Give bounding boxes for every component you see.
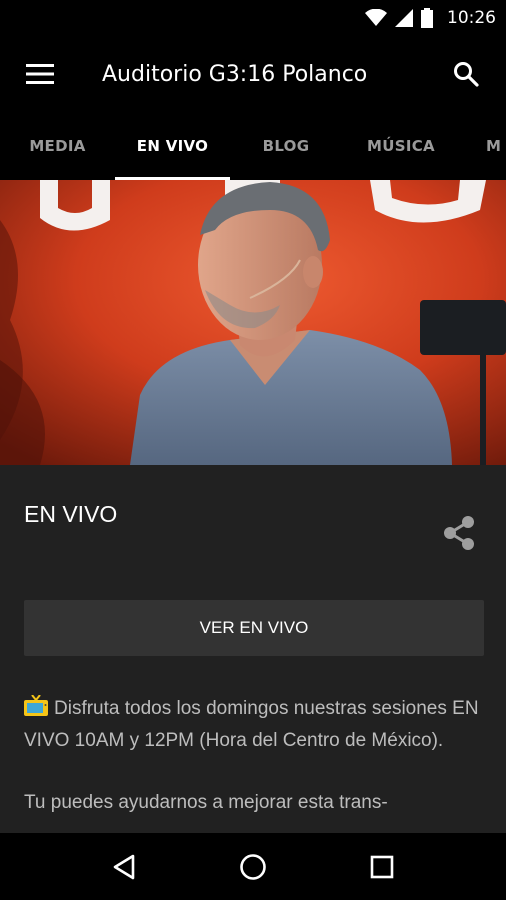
tab-media[interactable]: MEDIA [0, 112, 115, 180]
status-bar: 10:26 [0, 0, 506, 36]
home-button[interactable] [223, 837, 283, 897]
tab-musica[interactable]: MÚSICA [342, 112, 460, 180]
tab-en-vivo[interactable]: EN VIVO [115, 112, 230, 180]
tab-blog[interactable]: BLOG [230, 112, 342, 180]
battery-icon [421, 8, 433, 28]
tv-icon [24, 695, 48, 716]
app-title: Auditorio G3:16 Polanco [102, 61, 368, 87]
signal-icon [395, 9, 413, 27]
description: Disfruta todos los domingos nuestras ses… [24, 693, 484, 833]
status-time: 10:26 [447, 8, 496, 28]
search-icon [454, 62, 479, 87]
recents-button[interactable] [352, 837, 412, 897]
menu-icon [26, 64, 54, 84]
system-nav-bar [0, 833, 506, 900]
search-button[interactable] [426, 36, 506, 112]
share-button[interactable] [440, 513, 478, 553]
description-paragraph-2: Tu puedes ayudarnos a mejorar esta trans… [24, 792, 388, 813]
wifi-icon [365, 9, 387, 26]
section-title: EN VIVO [24, 501, 118, 527]
back-icon [114, 854, 135, 879]
speaker-photo [0, 180, 506, 465]
hero-image [0, 180, 506, 465]
content-panel: EN VIVO VER EN VIVO Disfruta todos los d… [0, 465, 506, 833]
back-button[interactable] [94, 837, 154, 897]
recents-icon [370, 855, 393, 878]
tab-bar: MEDIA EN VIVO BLOG MÚSICA M [0, 112, 506, 180]
share-icon [444, 516, 474, 550]
description-paragraph-1: Disfruta todos los domingos nuestras ses… [24, 693, 484, 757]
home-icon [240, 853, 266, 880]
tab-more[interactable]: M [486, 112, 506, 180]
description-text-1: Disfruta todos los domingos nuestras ses… [24, 698, 479, 751]
watch-live-button[interactable]: VER EN VIVO [24, 600, 484, 656]
menu-button[interactable] [0, 36, 80, 112]
app-bar: Auditorio G3:16 Polanco [0, 36, 506, 112]
